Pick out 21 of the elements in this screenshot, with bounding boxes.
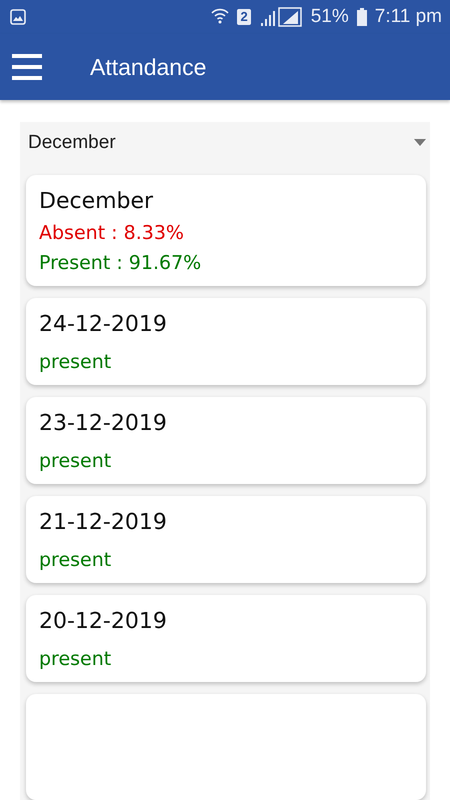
percentage-text: Absent : 8.33%	[39, 222, 185, 244]
date-text: 20-12-2019	[39, 609, 168, 634]
status-text: present	[39, 648, 112, 670]
summary-title: December	[39, 189, 154, 214]
battery-percent: 51%	[310, 6, 349, 28]
month-dropdown[interactable]: December	[20, 122, 430, 163]
clock-time: 7:11 pm	[374, 6, 442, 28]
menu-button[interactable]	[12, 54, 42, 80]
percentage-text: Present : 91.67%	[39, 252, 202, 274]
status-text: present	[39, 549, 112, 571]
status-text: present	[39, 351, 112, 373]
status-text: present	[39, 450, 112, 472]
app-title: Attandance	[90, 54, 206, 80]
sim-indicator: 2	[237, 9, 251, 25]
battery-icon	[356, 8, 367, 26]
date-text: 23-12-2019	[39, 411, 168, 436]
gallery-icon	[10, 9, 26, 25]
signal-icon	[258, 6, 303, 28]
date-text: 21-12-2019	[39, 510, 168, 535]
date-text: 24-12-2019	[39, 312, 168, 337]
dropdown-caret-icon	[414, 139, 426, 146]
